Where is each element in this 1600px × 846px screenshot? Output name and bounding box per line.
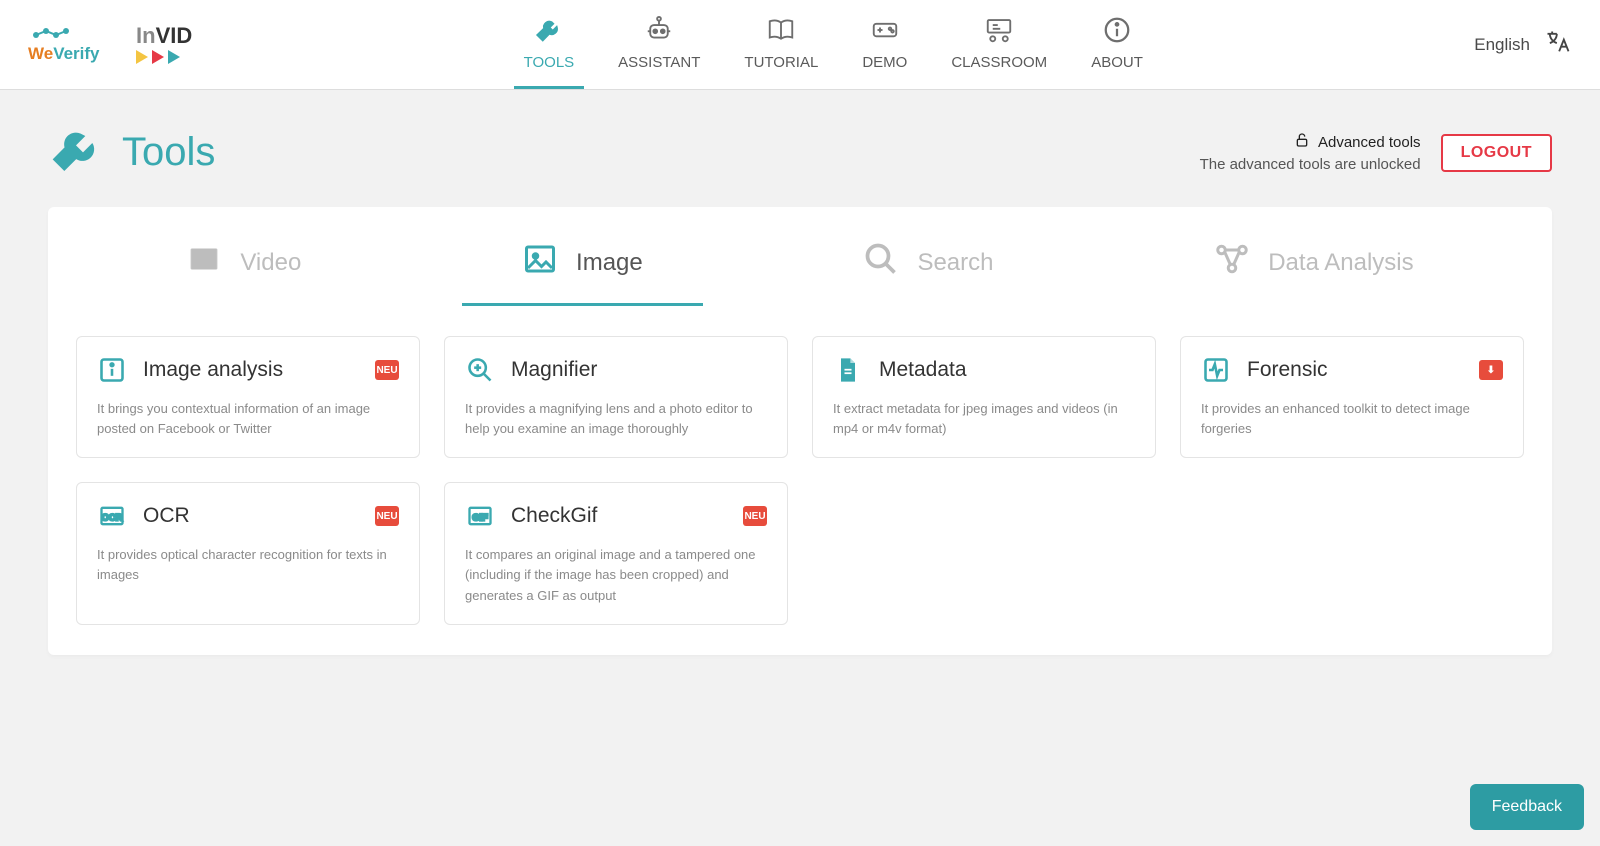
logout-button[interactable]: LOGOUT (1441, 134, 1552, 172)
card-desc: It provides optical character recognitio… (97, 545, 399, 585)
tab-label: Data Analysis (1268, 249, 1413, 277)
tab-video[interactable]: Video (176, 219, 311, 306)
gif-icon: GIF (465, 501, 495, 531)
new-badge: NEU (375, 506, 399, 526)
nav-label: ABOUT (1091, 54, 1143, 71)
new-badge: NEU (375, 360, 399, 380)
invid-logo[interactable]: InVID (136, 25, 192, 64)
card-title: Forensic (1247, 358, 1328, 382)
activity-icon (1201, 355, 1231, 385)
tools-panel: Video Image Search Data Analysis (48, 207, 1552, 655)
nav-assistant[interactable]: ASSISTANT (596, 0, 722, 89)
unlock-icon (1294, 132, 1310, 152)
svg-text:OCR: OCR (102, 513, 123, 523)
card-image-analysis[interactable]: Image analysis NEU It brings you context… (76, 336, 420, 458)
book-icon (761, 14, 801, 46)
nav-tools[interactable]: TOOLS (502, 0, 597, 89)
ocr-icon: OCR (97, 501, 127, 531)
wrench-icon (529, 14, 569, 46)
nav-classroom[interactable]: CLASSROOM (929, 0, 1069, 89)
file-icon (833, 355, 863, 385)
tab-data-analysis[interactable]: Data Analysis (1204, 219, 1423, 306)
svg-text:WeVerify: WeVerify (28, 44, 100, 63)
robot-icon (639, 14, 679, 46)
tab-label: Video (240, 249, 301, 277)
advanced-desc: The advanced tools are unlocked (1200, 156, 1421, 173)
card-desc: It compares an original image and a tamp… (465, 545, 767, 605)
graph-icon (1214, 241, 1250, 284)
tab-image[interactable]: Image (512, 219, 653, 306)
svg-text:GIF: GIF (472, 513, 488, 523)
feedback-button[interactable]: Feedback (1470, 784, 1584, 830)
card-forensic[interactable]: Forensic ⬇ It provides an enhanced toolk… (1180, 336, 1524, 458)
language-label: English (1474, 35, 1530, 55)
card-metadata[interactable]: Metadata It extract metadata for jpeg im… (812, 336, 1156, 458)
logo-group: WeVerify InVID (28, 0, 192, 89)
main-nav: TOOLS ASSISTANT TUTORIAL DEMO CLASSROOM (192, 0, 1474, 89)
nav-label: CLASSROOM (951, 54, 1047, 71)
page-content: Tools Advanced tools The advanced tools … (0, 90, 1600, 687)
nav-about[interactable]: ABOUT (1069, 0, 1165, 89)
page-header: Tools Advanced tools The advanced tools … (48, 122, 1552, 183)
advanced-tools-status: Advanced tools The advanced tools are un… (1200, 132, 1421, 173)
tab-label: Image (576, 249, 643, 277)
card-desc: It provides an enhanced toolkit to detec… (1201, 399, 1503, 439)
new-badge: NEU (743, 506, 767, 526)
weverify-logo[interactable]: WeVerify (28, 25, 118, 65)
category-tabs: Video Image Search Data Analysis (76, 219, 1524, 306)
card-title: Magnifier (511, 358, 597, 382)
info-square-icon (97, 355, 127, 385)
nav-label: TOOLS (524, 54, 575, 71)
info-icon (1097, 14, 1137, 46)
film-icon (186, 241, 222, 284)
zoom-in-icon (465, 355, 495, 385)
card-desc: It provides a magnifying lens and a phot… (465, 399, 767, 439)
search-icon (863, 241, 899, 284)
language-selector[interactable]: English (1474, 0, 1572, 89)
card-title: OCR (143, 504, 190, 528)
nav-label: ASSISTANT (618, 54, 700, 71)
wrench-icon (48, 122, 104, 183)
card-title: CheckGif (511, 504, 597, 528)
page-title: Tools (122, 130, 215, 175)
lock-badge: ⬇ (1479, 360, 1503, 380)
card-desc: It brings you contextual information of … (97, 399, 399, 439)
card-title: Image analysis (143, 358, 283, 382)
tool-cards-grid: Image analysis NEU It brings you context… (76, 336, 1524, 625)
nav-tutorial[interactable]: TUTORIAL (722, 0, 840, 89)
advanced-label: Advanced tools (1318, 134, 1421, 151)
translate-icon (1544, 28, 1572, 61)
gamepad-icon (865, 14, 905, 46)
classroom-icon (979, 14, 1019, 46)
nav-demo[interactable]: DEMO (840, 0, 929, 89)
nav-label: DEMO (862, 54, 907, 71)
card-ocr[interactable]: OCR OCR NEU It provides optical characte… (76, 482, 420, 624)
card-title: Metadata (879, 358, 967, 382)
top-bar: WeVerify InVID TOOLS ASSISTANT TUTORIAL (0, 0, 1600, 90)
tab-search[interactable]: Search (853, 219, 1003, 306)
card-checkgif[interactable]: GIF CheckGif NEU It compares an original… (444, 482, 788, 624)
card-magnifier[interactable]: Magnifier It provides a magnifying lens … (444, 336, 788, 458)
tab-label: Search (917, 249, 993, 277)
card-desc: It extract metadata for jpeg images and … (833, 399, 1135, 439)
nav-label: TUTORIAL (744, 54, 818, 71)
image-icon (522, 241, 558, 284)
